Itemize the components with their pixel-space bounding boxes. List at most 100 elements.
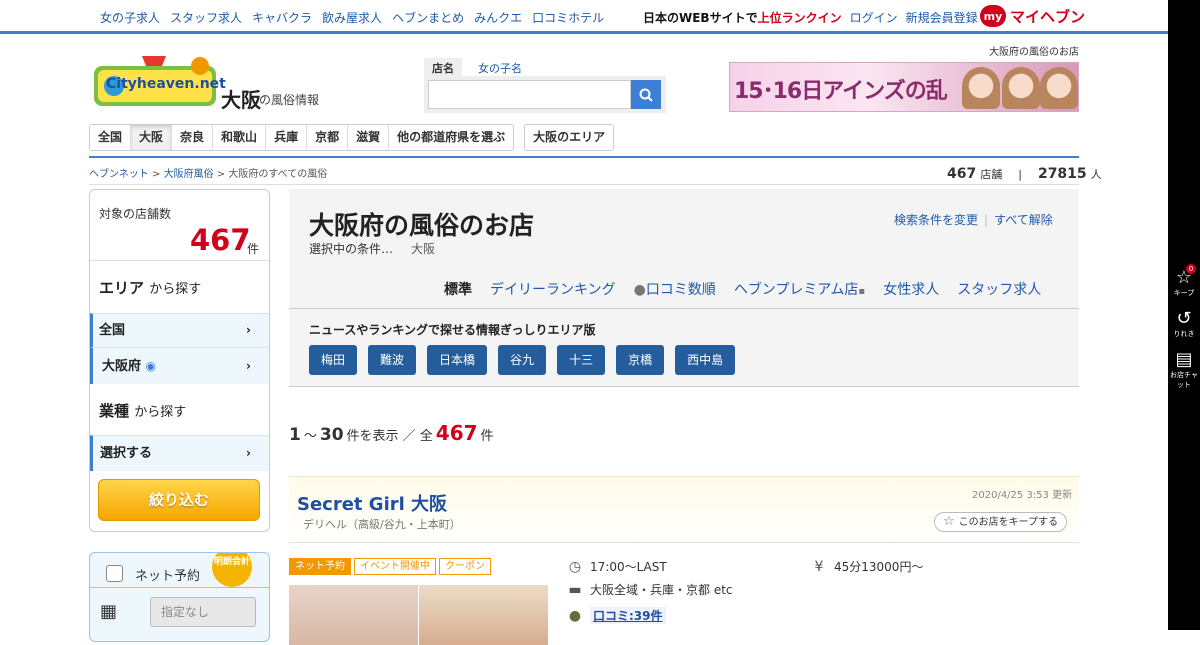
keep-tool-label: キープ — [1173, 289, 1195, 297]
shop-reviews-link[interactable]: 口コミ:39件 — [590, 607, 666, 624]
shop-reviews: ● 口コミ:39件 — [567, 607, 666, 624]
sidebar-item-label: 選択する — [100, 446, 153, 461]
search-tab-shop[interactable]: 店名 — [424, 58, 462, 76]
my-heaven-link[interactable]: my マイヘブン — [980, 5, 1085, 27]
tab-female-jobs[interactable]: 女性求人 — [883, 279, 939, 299]
top-link-bar-jobs[interactable]: 飲み屋求人 — [322, 9, 382, 26]
clear-all-link[interactable]: すべて解除 — [994, 213, 1053, 227]
shop-photo[interactable] — [289, 585, 418, 645]
tag-coupon: クーポン — [439, 558, 491, 575]
sidebar-item-osaka[interactable]: 大阪府 ◉ › — [90, 347, 269, 384]
link-separator: | — [984, 213, 989, 227]
target-count: 467 — [190, 223, 251, 257]
result-label: 件を表示 ／ 全 — [346, 429, 433, 444]
top-link-heaven-matome[interactable]: ヘブンまとめ — [392, 9, 464, 26]
region-tab-wakayama[interactable]: 和歌山 — [213, 125, 267, 150]
keep-shop-button[interactable]: ☆ このお店をキープする — [934, 512, 1068, 532]
top-link-minque[interactable]: みんクエ — [474, 9, 522, 26]
login-link[interactable]: ログイン — [850, 9, 898, 26]
filter-sidebar: 対象の店舗数 467 件 エリア から探す 全国 › 大阪府 ◉ › 業種 から… — [89, 189, 270, 532]
region-tab-shiga[interactable]: 滋賀 — [348, 125, 390, 150]
region-tab-kyoto[interactable]: 京都 — [307, 125, 349, 150]
chat-tool[interactable]: ▤ お店チャット — [1168, 350, 1200, 390]
site-tagline: 大阪府の風俗のお店 — [989, 47, 1079, 58]
top-link-staff-jobs[interactable]: スタッフ求人 — [170, 9, 242, 26]
netbox-divider — [90, 587, 269, 588]
shop-photo[interactable] — [419, 585, 548, 645]
breadcrumb-current: 大阪府のすべての風俗 — [228, 169, 328, 180]
area-button-kyobashi[interactable]: 京橋 — [616, 345, 665, 375]
sidebar-item-genre-select[interactable]: 選択する › — [90, 435, 269, 471]
genre-heading: 業種 から探す — [99, 402, 187, 420]
result-count: 1 ～ 30 件を表示 ／ 全 467 件 — [289, 421, 494, 445]
region-tab-other[interactable]: 他の都道府県を選ぶ — [389, 125, 514, 150]
region-title: 大阪 — [221, 88, 261, 112]
search-tab-girl[interactable]: 女の子名 — [462, 58, 530, 76]
area-button-nipponbashi[interactable]: 日本橋 — [427, 345, 488, 375]
keep-tool[interactable]: ☆ 0 キープ — [1168, 264, 1200, 298]
my-badge-icon: my — [980, 5, 1006, 27]
change-conditions-link[interactable]: 検索条件を変更 — [894, 213, 978, 227]
keep-count-badge: 0 — [1186, 264, 1196, 274]
car-icon: ▬ — [568, 581, 582, 598]
sidebar-divider — [90, 260, 269, 261]
sort-tabs: 標準 デイリーランキング ●口コミ数順 ヘブンプレミアム店▪ 女性求人 スタッフ… — [444, 279, 1041, 299]
count-separator: | — [1018, 168, 1022, 181]
top-link-review-hotel[interactable]: 口コミホテル — [532, 9, 604, 26]
register-link[interactable]: 新規会員登録 — [906, 9, 978, 26]
shop-tags: ネット予約 イベント開催中 クーポン — [289, 558, 491, 575]
top-right-links: 日本のWEBサイトで上位ランクイン ログイン 新規会員登録 — [643, 9, 978, 26]
region-tab-all[interactable]: 全国 — [90, 125, 132, 150]
search-box: 店名 女の子名 — [424, 58, 666, 113]
shop-name-link[interactable]: Secret Girl 大阪 — [297, 490, 447, 516]
history-icon: ↺ — [1176, 308, 1192, 329]
osaka-area-button[interactable]: 大阪のエリア — [525, 125, 614, 150]
ranking-notice: 日本のWEBサイトで上位ランクイン — [643, 11, 842, 25]
yen-icon: ¥ — [814, 558, 824, 575]
date-select[interactable]: 指定なし — [150, 597, 256, 627]
region-tab-osaka[interactable]: 大阪 — [131, 125, 173, 150]
site-logo[interactable]: Cityheaven.net — [92, 52, 226, 110]
region-tab-hyogo[interactable]: 兵庫 — [266, 125, 308, 150]
selected-conditions: 選択中の条件… 大阪 — [309, 240, 435, 257]
region-tab-nara[interactable]: 奈良 — [172, 125, 214, 150]
top-link-cabaret[interactable]: キャバクラ — [252, 9, 312, 26]
search-button[interactable] — [631, 80, 661, 109]
condition-value: 大阪 — [411, 242, 436, 256]
sidebar-item-all[interactable]: 全国 › — [90, 313, 269, 347]
search-input[interactable] — [428, 80, 631, 109]
area-button-namba[interactable]: 難波 — [368, 345, 417, 375]
tab-premium[interactable]: ヘブンプレミアム店▪ — [734, 279, 865, 299]
tab-staff-jobs[interactable]: スタッフ求人 — [957, 279, 1041, 299]
side-toolbar: ☆ 0 キープ ↺ りれき ▤ お店チャット — [1168, 0, 1200, 630]
breadcrumb-pref[interactable]: 大阪府風俗 — [164, 169, 214, 180]
speech-bubble-icon: ● — [568, 607, 582, 624]
banner-photo — [1002, 67, 1040, 109]
area-button-umeda[interactable]: 梅田 — [309, 345, 358, 375]
search-icon — [639, 88, 653, 102]
breadcrumb-home[interactable]: ヘブンネット — [89, 169, 149, 180]
top-link-girl-jobs[interactable]: 女の子求人 — [100, 9, 160, 26]
area-buttons: 梅田 難波 日本橋 谷九 十三 京橋 西中島 — [309, 345, 736, 375]
result-total: 467 — [435, 421, 478, 445]
net-reservation-label: ネット予約 — [135, 569, 201, 584]
area-button-juso[interactable]: 十三 — [557, 345, 606, 375]
tab-daily-ranking[interactable]: デイリーランキング — [490, 279, 616, 299]
region-nav: 全国 大阪 奈良 和歌山 兵庫 京都 滋賀 他の都道府県を選ぶ 大阪のエリア — [89, 124, 615, 151]
tag-event: イベント開催中 — [354, 558, 436, 575]
area-button-nishinakajima[interactable]: 西中島 — [675, 345, 736, 375]
chat-icon: ▤ — [1175, 349, 1193, 370]
event-banner[interactable]: 15･16日アインズの乱 — [729, 62, 1079, 112]
breadcrumb-sep: > — [216, 169, 226, 180]
net-reservation-checkbox[interactable] — [106, 565, 123, 582]
banner-photo — [1040, 67, 1078, 109]
tab-review-count[interactable]: ●口コミ数順 — [634, 279, 716, 299]
region-subtitle: の風俗情報 — [259, 93, 320, 107]
area-edition-title: ニュースやランキングで探せる情報ぎっしりエリア版 — [309, 323, 596, 337]
banner-text: 15･16日アインズの乱 — [734, 79, 948, 104]
tab-standard[interactable]: 標準 — [444, 279, 472, 299]
area-button-tanikyu[interactable]: 谷九 — [498, 345, 547, 375]
filter-button[interactable]: 絞り込む — [98, 479, 260, 521]
banner-photo — [962, 67, 1000, 109]
history-tool[interactable]: ↺ りれき — [1168, 309, 1200, 339]
